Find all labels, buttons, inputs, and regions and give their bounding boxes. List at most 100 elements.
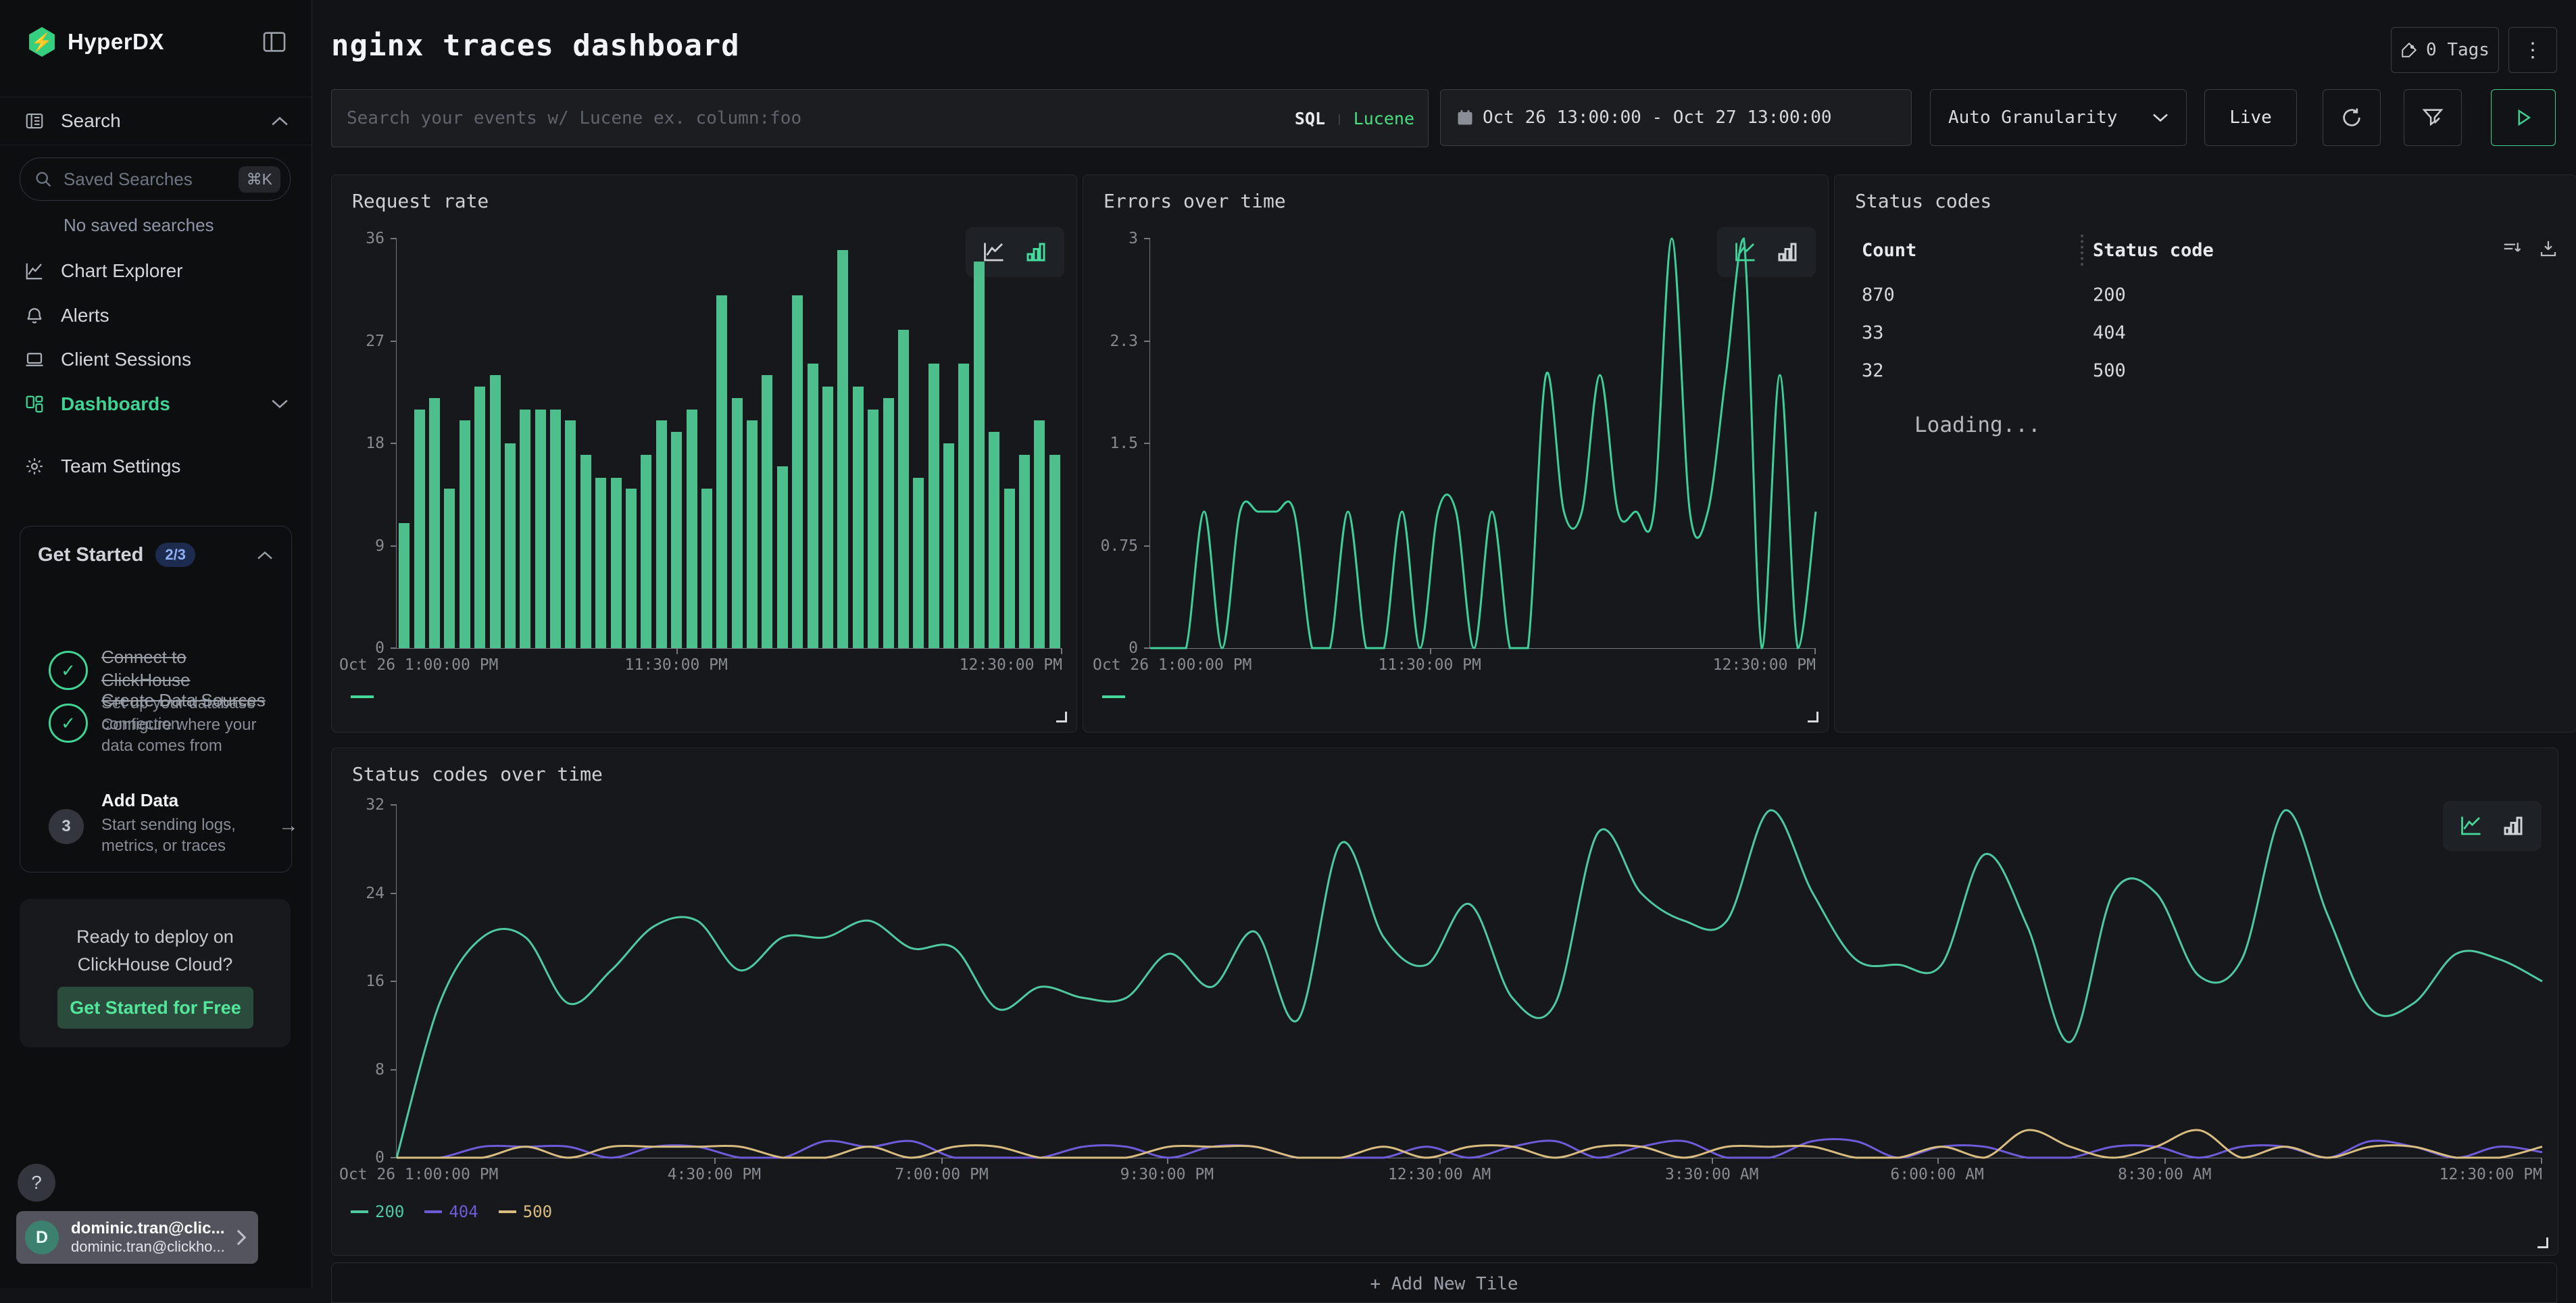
table-cell[interactable]: 32 [1862,360,1884,381]
sidebar-item-alerts[interactable]: Alerts [0,292,312,339]
bar[interactable] [399,523,410,648]
saved-searches-input[interactable]: ⌘K [20,157,291,201]
brand[interactable]: ⚡ HyperDX [27,27,164,57]
download-icon[interactable] [2538,239,2558,259]
bar[interactable] [913,478,924,649]
arrow-right-icon[interactable]: → [278,814,299,837]
filter-button[interactable] [2404,89,2462,146]
bar[interactable] [732,398,743,648]
get-started-free-button[interactable]: Get Started for Free [57,987,253,1029]
bar[interactable] [989,432,999,648]
legend-item-200[interactable]: 200 [351,1202,404,1221]
series-404[interactable] [397,1139,2542,1158]
bar[interactable] [490,375,501,648]
bar[interactable] [974,262,985,648]
series-200[interactable] [397,810,2542,1158]
bar[interactable] [414,410,425,649]
bar[interactable] [777,466,788,648]
table-rows-icon[interactable] [2502,239,2522,259]
tags-button[interactable]: 0 Tags [2391,27,2499,73]
chevron-up-icon[interactable] [257,550,273,560]
lucene-toggle[interactable]: Lucene [1354,109,1414,128]
bar[interactable] [580,455,591,648]
bar[interactable] [460,420,470,648]
bar[interactable] [943,443,954,648]
bar[interactable] [550,410,561,649]
bar[interactable] [505,443,516,648]
bar[interactable] [928,364,939,648]
legend-label: 404 [449,1202,478,1221]
table-cell[interactable]: 200 [2093,285,2126,305]
page-title: nginx traces dashboard [331,28,740,63]
kebab-menu-button[interactable]: ⋮ [2508,27,2557,73]
bar[interactable] [429,398,440,648]
column-header-count[interactable]: Count [1862,240,1916,261]
x-tick-mark [1937,1158,1939,1164]
resize-handle[interactable] [1808,712,1818,722]
bar[interactable] [1049,455,1060,648]
bar[interactable] [853,387,864,648]
run-query-button[interactable] [2491,89,2556,146]
bar[interactable] [701,489,712,648]
legend-label: 500 [523,1202,552,1221]
help-button[interactable]: ? [18,1164,55,1202]
live-button[interactable]: Live [2204,89,2297,146]
sql-toggle[interactable]: SQL [1295,109,1325,128]
sidebar-item-search[interactable]: Search [0,97,312,145]
sidebar-item-team-settings[interactable]: Team Settings [0,443,312,490]
bar[interactable] [671,432,682,648]
legend-item-404[interactable]: 404 [424,1202,478,1221]
bar[interactable] [958,364,969,648]
table-cell[interactable]: 33 [1862,322,1884,343]
user-menu[interactable]: D dominic.tran@clic... dominic.tran@clic… [16,1211,258,1264]
bar[interactable] [535,410,546,649]
sidebar-item-client-sessions[interactable]: Client Sessions [0,336,312,383]
bar[interactable] [883,398,894,648]
legend-item-500[interactable]: 500 [499,1202,552,1221]
legend-dash[interactable] [351,695,374,698]
saved-searches-field[interactable] [62,168,227,191]
series-errors[interactable] [1150,239,1816,648]
bar[interactable] [747,420,758,648]
bar[interactable] [595,478,606,649]
bar[interactable] [1034,420,1045,648]
sidebar-collapse-icon[interactable] [261,28,288,55]
add-new-tile-button[interactable]: + Add New Tile [331,1262,2557,1303]
bar[interactable] [444,489,455,648]
bar[interactable] [868,410,878,649]
bar[interactable] [1004,489,1015,648]
bar[interactable] [626,489,637,648]
chevron-down-icon[interactable] [271,399,289,410]
column-header-status-code[interactable]: Status code [2093,240,2214,261]
sidebar-item-chart-explorer[interactable]: Chart Explorer [0,247,312,295]
granularity-select[interactable]: Auto Granularity [1930,89,2187,146]
resize-handle[interactable] [1056,712,1067,722]
legend-dash[interactable] [1102,695,1125,698]
bar[interactable] [837,250,848,648]
table-cell[interactable]: 500 [2093,360,2126,381]
sidebar-item-dashboards[interactable]: Dashboards [0,380,312,428]
chevron-up-icon[interactable] [271,116,289,126]
bar[interactable] [520,410,530,649]
bar[interactable] [641,455,651,648]
event-search-input[interactable] [332,107,1295,129]
bar[interactable] [808,364,818,648]
bar[interactable] [656,420,667,648]
bar[interactable] [1019,455,1030,648]
bar[interactable] [898,330,909,648]
bar[interactable] [611,478,622,649]
refresh-button[interactable] [2323,89,2381,146]
bar[interactable] [687,410,697,649]
bar[interactable] [716,295,727,648]
bar[interactable] [792,295,803,648]
time-range-picker[interactable]: Oct 26 13:00:00 - Oct 27 13:00:00 [1440,89,1912,146]
event-search-bar[interactable]: SQL | Lucene [331,89,1429,147]
column-separator[interactable] [2081,235,2083,266]
table-cell[interactable]: 870 [1862,285,1895,305]
resize-handle[interactable] [2537,1237,2548,1248]
bar[interactable] [822,387,833,648]
bar[interactable] [474,387,485,648]
bar[interactable] [565,420,576,648]
bar[interactable] [762,375,772,648]
table-cell[interactable]: 404 [2093,322,2126,343]
